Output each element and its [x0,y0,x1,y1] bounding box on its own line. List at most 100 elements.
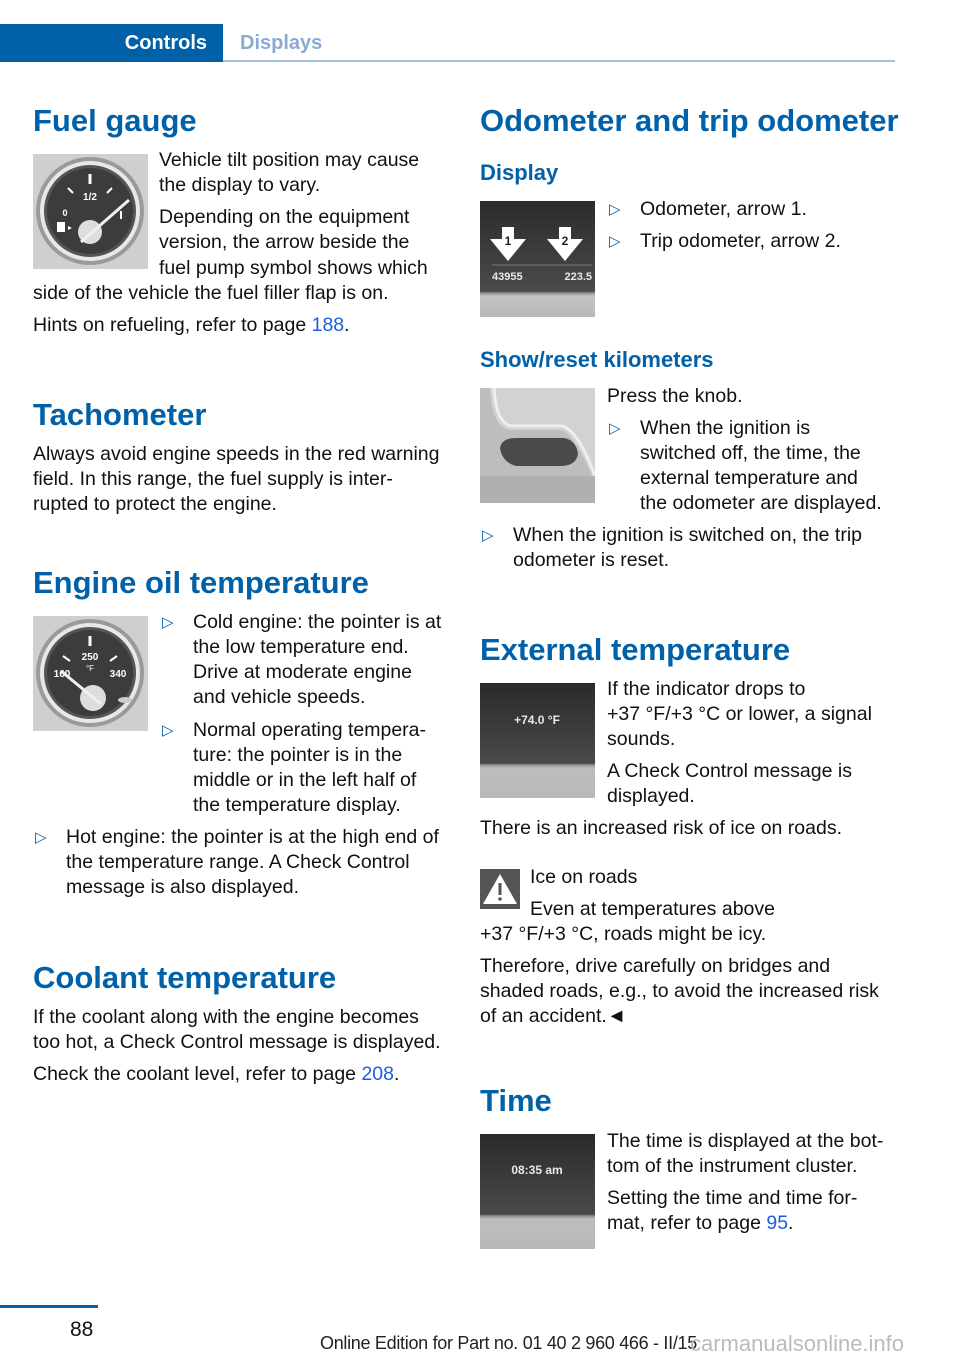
time-display-image: 08:35 am [480,1134,595,1249]
oil-bullet-line: Normal operating tempera- [193,719,427,741]
subsection-title-display: Display [480,160,559,185]
show-reset-bullet-line: the odometer are displayed. [640,492,882,514]
tachometer-text-line: field. In this range, the fuel supply is… [33,468,393,490]
bullet-icon: ▷ [162,722,174,739]
external-temp-line: +37 °F/+3 °C or lower, a signal [607,703,872,725]
subsection-title-show-reset: Show/reset kilometers [480,347,714,372]
warning-text-line: of an accident.◄ [480,1005,627,1027]
coolant-text-line: If the coolant along with the engine bec… [33,1006,419,1028]
show-reset-bullet-line: odometer is reset. [513,549,670,571]
bullet-icon: ▷ [35,829,47,846]
fuel-text-line: the display to vary. [159,174,321,196]
external-temp-display-image: +74.0 °F [480,683,595,798]
refueling-hint-text: Hints on refueling, refer to page [33,314,312,336]
bullet-icon: ▷ [609,420,621,437]
gauge-label-empty: 0 [62,208,67,218]
fuel-text-line: version, the arrow beside the [159,231,410,253]
external-temp-reading: +74.0 °F [514,713,560,727]
time-hint-text: mat, refer to page [607,1212,767,1234]
show-reset-bullet-line: When the ignition is switched on, the tr… [513,524,863,546]
trip-odometer-value: 223.5 [564,271,592,283]
tachometer-text-line: Always avoid engine speeds in the red wa… [33,443,440,465]
oil-bullet-line: middle or in the left half of [193,769,417,791]
oil-can-icon [118,697,132,703]
odometer-arrows-icon: 1 2 43955 223.5 [490,227,592,283]
tachometer-text-line: rupted to protect the engine. [33,493,277,515]
odometer-bullet: Trip odometer, arrow 2. [640,230,841,252]
warning-triangle-icon [480,869,520,909]
show-reset-bullet-line: external temperature and [640,467,858,489]
external-temp-line: A Check Control message is [607,760,852,782]
punct: . [394,1063,400,1085]
coolant-text-line: too hot, a Check Control message is disp… [33,1031,441,1053]
section-title-time: Time [480,1083,552,1118]
gauge-label-340: 340 [110,669,127,680]
time-hint: mat, refer to page 95. [607,1211,793,1236]
oil-bullet-line: and vehicle speeds. [193,686,366,708]
ice-risk-text: There is an increased risk of ice on roa… [480,817,843,839]
watermark: carmanualsonline.info [690,1331,905,1356]
time-display: 08:35 am [511,1163,562,1177]
warning-text-line: Therefore, drive carefully on bridges an… [480,955,831,977]
knob-icon [480,388,595,503]
section-title-odometer: Odometer and trip odometer [480,103,899,138]
odometer-display-image: 1 2 43955 223.5 [480,201,595,317]
section-title-tachometer: Tachometer [33,397,207,432]
external-temp-line: sounds. [607,728,676,750]
edition-text: Online Edition for Part no. 01 40 2 960 … [320,1333,697,1353]
odometer-bullet: Odometer, arrow 1. [640,198,807,220]
oil-bullet-line: the temperature display. [193,794,401,816]
time-reading: 08:35 am [511,1163,562,1177]
time-text-line: Setting the time and time for- [607,1187,858,1209]
section-title-external-temp: External temperature [480,632,791,667]
punct: . [788,1212,794,1234]
oil-bullet-line: message is also displayed. [66,876,300,898]
show-reset-bullet-line: When the ignition is [640,417,811,439]
arrow-label-2: 2 [562,234,569,248]
temp-display: +74.0 °F [514,713,560,727]
page-link-188[interactable]: 188 [312,314,345,336]
oil-temp-gauge-image: 250 °F 160 340 [33,616,148,731]
oil-bullet-line: Cold engine: the pointer is at [193,611,442,633]
fuel-pump-icon [57,222,65,232]
fuel-gauge-icon: 1/2 0 [36,157,144,265]
oil-bullet-line: the temperature range. A Check Control [66,851,410,873]
coolant-hint-text: Check the coolant level, refer to page [33,1063,362,1085]
warning-text-line: Even at temperatures above [530,898,775,920]
section-title-coolant: Coolant temperature [33,960,337,995]
arrow-label-1: 1 [505,234,512,248]
gauge-label-half: 1/2 [83,192,97,203]
knob-image [480,388,595,503]
oil-bullet-line: the low temperature end. [193,636,409,658]
time-text-line: The time is displayed at the bot- [607,1130,884,1152]
tab-controls[interactable]: Controls [0,24,223,62]
oil-bullet-line: Hot engine: the pointer is at the high e… [66,826,439,848]
show-reset-intro: Press the knob. [607,385,743,407]
section-title-oil-temp: Engine oil temperature [33,565,369,600]
gauge-label-unit: °F [86,664,94,673]
odometer-value: 43955 [492,271,523,283]
refueling-hint: Hints on refueling, refer to page 188. [33,313,350,338]
fuel-text-line: Depending on the equipment [159,206,410,228]
fuel-text-line: side of the vehicle the fuel filler flap… [33,282,389,304]
external-temp-line: displayed. [607,785,695,807]
coolant-hint: Check the coolant level, refer to page 2… [33,1062,399,1087]
footer-rule [0,1305,98,1308]
bullet-icon: ▷ [609,201,621,218]
bullet-icon: ▷ [162,614,174,631]
external-temp-line: If the indicator drops to [607,678,806,700]
oil-bullet-line: ture: the pointer is in the [193,744,403,766]
fuel-text-line: fuel pump symbol shows which [159,257,428,279]
page-link-208[interactable]: 208 [361,1063,394,1085]
oil-bullet-line: Drive at moderate engine [193,661,412,683]
tab-displays[interactable]: Displays [240,24,322,62]
fuel-gauge-image: 1/2 0 [33,154,148,269]
show-reset-bullet-line: switched off, the time, the [640,442,861,464]
oil-temp-gauge-icon: 250 °F 160 340 [36,619,144,727]
gauge-label-250: 250 [82,652,99,663]
header-rule [223,60,895,62]
bullet-icon: ▷ [609,233,621,250]
page-link-95[interactable]: 95 [766,1212,788,1234]
fuel-text-line: Vehicle tilt position may cause [159,149,420,171]
punct: . [344,314,350,336]
